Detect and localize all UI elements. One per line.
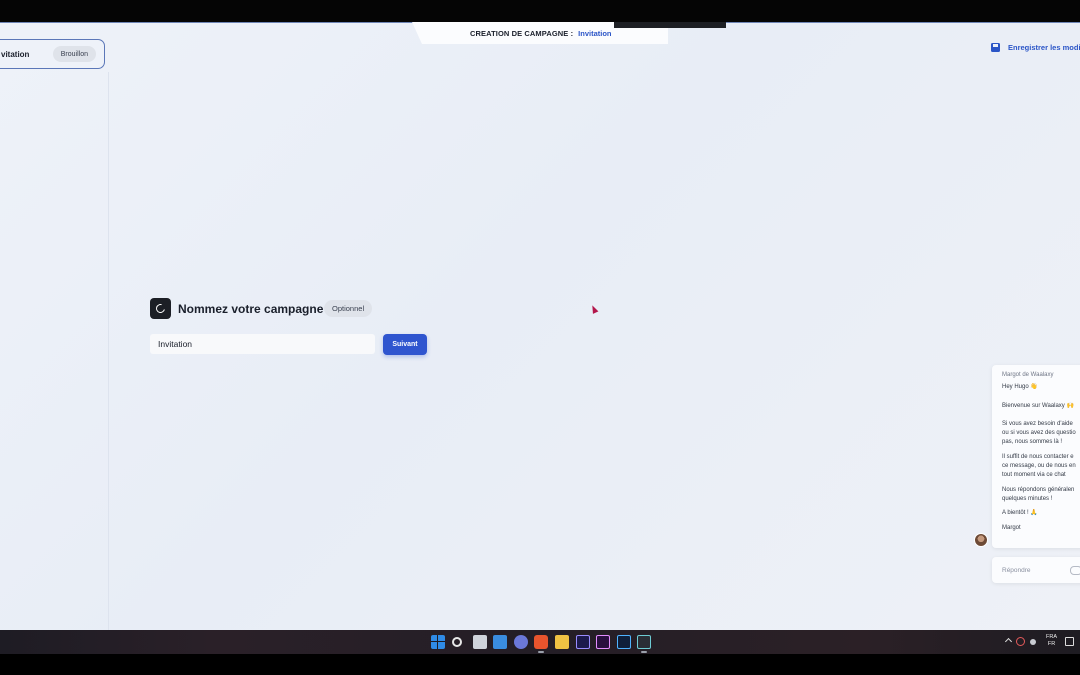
app-window: vitation Brouillon CREATION DE CAMPAGNE …: [0, 22, 1080, 630]
chat-reply-input[interactable]: Répondre: [992, 557, 1080, 583]
page-title-label: CREATION DE CAMPAGNE :: [470, 28, 574, 38]
chat-avatar[interactable]: [974, 533, 988, 547]
campaign-card-name: vitation: [1, 49, 30, 59]
keyboard-layout: FR: [1047, 641, 1056, 647]
chat-line: Nous répondons généralen: [1002, 486, 1075, 493]
teams-chat-icon[interactable]: [514, 635, 528, 649]
campaign-name-input[interactable]: [150, 334, 375, 354]
chat-message-panel: Margot de Waalaxy Hey Hugo 👋 Bienvenue s…: [992, 365, 1080, 548]
input-language[interactable]: FRA FR: [1046, 634, 1057, 648]
page-title-value: Invitation: [578, 28, 612, 38]
windows-start-icon[interactable]: [431, 635, 445, 649]
chat-sender: Margot de Waalaxy: [1002, 372, 1054, 378]
windows-taskbar: FRA FR: [0, 630, 1080, 654]
task-view-icon[interactable]: [473, 635, 487, 649]
language-code: FRA: [1046, 634, 1057, 640]
save-changes-button[interactable]: Enregistrer les modific: [991, 43, 1080, 52]
after-effects-icon[interactable]: [576, 635, 590, 649]
premiere-pro-icon[interactable]: [596, 635, 610, 649]
chat-line: Bienvenue sur Waalaxy 🙌: [1002, 402, 1074, 409]
chat-line: Si vous avez besoin d'aide: [1002, 420, 1073, 427]
save-changes-label: Enregistrer les modific: [1008, 43, 1080, 52]
campaign-card[interactable]: vitation Brouillon: [0, 39, 105, 69]
network-icon[interactable]: [1030, 639, 1036, 645]
chat-line: ou si vous avez des questio: [1002, 430, 1076, 437]
section-heading: Nommez votre campagne: [178, 302, 324, 316]
sidebar-divider: [108, 72, 109, 630]
chat-line: Il suffit de nous contacter e: [1002, 453, 1074, 460]
chat-line: Hey Hugo 👋: [1002, 384, 1038, 391]
chat-line: tout moment via ce chat: [1002, 472, 1066, 479]
sync-icon[interactable]: [1016, 637, 1025, 646]
search-icon[interactable]: [452, 637, 462, 647]
brave-browser-icon[interactable]: [534, 635, 548, 649]
waalaxy-logo-icon: [150, 298, 171, 319]
notification-icon[interactable]: [1065, 637, 1074, 646]
photoshop-icon[interactable]: [617, 635, 631, 649]
title-notch: [614, 22, 726, 28]
terminal-icon[interactable]: [637, 635, 651, 649]
bottom-black-bar: [0, 654, 1080, 675]
widgets-icon[interactable]: [493, 635, 507, 649]
status-badge: Brouillon: [52, 46, 96, 62]
chat-line: A bientôt ! 🙏: [1002, 510, 1038, 517]
chat-line: pas, nous sommes là !: [1002, 439, 1063, 446]
optional-badge: Optionnel: [324, 300, 373, 317]
chat-line: ce message, ou de nous en: [1002, 463, 1076, 470]
mouse-cursor: [589, 304, 599, 314]
file-explorer-icon[interactable]: [555, 635, 569, 649]
next-button[interactable]: Suivant: [383, 334, 427, 355]
chat-line: Margot: [1002, 524, 1021, 531]
active-indicator: [538, 651, 544, 653]
active-indicator: [641, 651, 647, 653]
reply-placeholder: Répondre: [1002, 566, 1031, 574]
save-icon: [991, 43, 1000, 52]
gif-icon[interactable]: [1070, 566, 1080, 575]
tray-chevron-up-icon[interactable]: [1004, 637, 1013, 646]
chat-line: quelques minutes !: [1002, 495, 1053, 502]
screen: vitation Brouillon CREATION DE CAMPAGNE …: [0, 0, 1080, 675]
top-black-bar: [0, 0, 1080, 22]
